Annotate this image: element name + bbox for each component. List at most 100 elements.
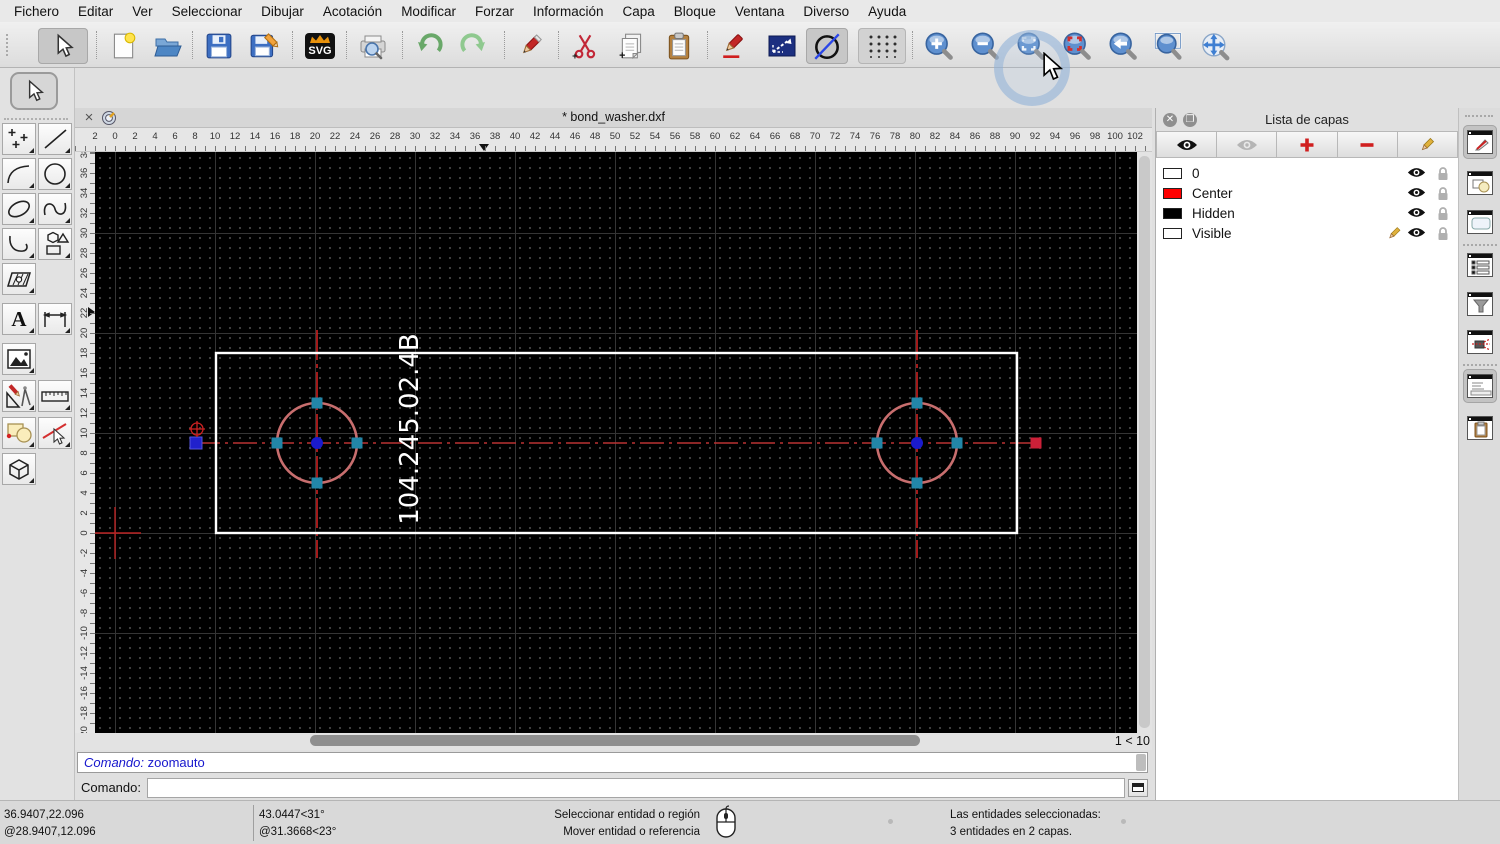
new-document-button[interactable] [102,28,144,64]
dock-layer-list-button[interactable] [1463,125,1497,159]
copy-button[interactable]: + [611,28,653,64]
save-as-button[interactable] [243,28,285,64]
horizontal-scrollbar-thumb[interactable] [310,735,920,746]
layer-lock-icon[interactable] [1436,206,1450,224]
menu-item-seleccionar[interactable]: Seleccionar [172,4,243,19]
menu-item-dibujar[interactable]: Dibujar [261,4,304,19]
delete-entity-button[interactable] [510,28,552,64]
circle-center-point[interactable] [311,437,323,449]
tool-blocks[interactable] [2,417,36,449]
layer-color-swatch[interactable] [1163,167,1182,179]
tool-measure[interactable] [38,380,72,412]
tool-3d-box[interactable] [2,453,36,485]
entity-handle[interactable] [951,437,963,449]
layer-lock-icon[interactable] [1436,226,1450,244]
remove-layer-button[interactable] [1337,131,1398,158]
dock-command-line-button[interactable] [1463,369,1497,403]
horizontal-scrollbar[interactable] [95,733,1118,749]
menu-item-diverso[interactable]: Diverso [803,4,849,19]
tool-arcs[interactable] [2,158,36,190]
tool-ellipses[interactable] [2,193,36,225]
select-tool-button[interactable] [38,28,88,64]
entity-handle[interactable] [911,397,923,409]
menu-item-información[interactable]: Información [533,4,604,19]
tool-dimensions[interactable] [38,303,72,335]
layer-color-swatch[interactable] [1163,207,1182,219]
circle-center-point[interactable] [911,437,923,449]
dock-library-browser-button[interactable] [1463,205,1497,239]
tool-text[interactable]: A [2,303,36,335]
menu-item-bloque[interactable]: Bloque [674,4,716,19]
tool-lines[interactable] [38,123,72,155]
entity-handle[interactable] [271,437,283,449]
layer-visibility-icon[interactable] [1407,186,1426,202]
menu-item-ayuda[interactable]: Ayuda [868,4,906,19]
layer-lock-icon[interactable] [1436,166,1450,184]
entity-handle[interactable] [871,437,883,449]
open-document-button[interactable] [147,28,189,64]
redo-button[interactable] [453,28,495,64]
layer-row-visible[interactable]: Visible [1156,223,1458,243]
command-history-scrollbar[interactable] [1136,754,1146,771]
command-options-button[interactable] [1128,778,1148,797]
menu-item-capa[interactable]: Capa [623,4,655,19]
menu-item-modificar[interactable]: Modificar [401,4,456,19]
part-number-annotation[interactable]: 104.245.02.4B [395,333,425,525]
dock-entity-filter-button[interactable] [1463,287,1497,321]
snap-grid-button[interactable] [858,28,906,64]
layer-visibility-icon[interactable] [1407,206,1426,222]
entity-handle[interactable] [311,397,323,409]
tool-select-entity[interactable] [38,417,72,449]
zoom-out-button[interactable] [964,28,1006,64]
tool-image[interactable] [2,343,36,375]
entity-handle[interactable] [311,477,323,489]
left-select-tool-button[interactable] [10,72,58,110]
menu-item-ventana[interactable]: Ventana [735,4,785,19]
zoom-pan-button[interactable] [1194,28,1236,64]
tool-splines[interactable] [38,193,72,225]
menu-item-forzar[interactable]: Forzar [475,4,514,19]
tool-circles[interactable] [38,158,72,190]
dock-explode-button[interactable] [1463,325,1497,359]
zoom-previous-button[interactable] [1102,28,1144,64]
save-button[interactable] [198,28,240,64]
cut-button[interactable]: + [564,28,606,64]
layer-lock-icon[interactable] [1436,186,1450,204]
draw-order-button[interactable] [761,28,803,64]
paste-button[interactable] [658,28,700,64]
undo-button[interactable] [408,28,450,64]
print-preview-button[interactable] [352,28,394,64]
command-input[interactable] [146,777,1125,798]
layer-row-center[interactable]: Center [1156,183,1458,203]
layer-visibility-icon[interactable] [1407,226,1426,242]
cad-canvas[interactable]: 104.245.02.4B [95,152,1137,733]
show-all-layers-button[interactable] [1156,131,1218,158]
hide-all-layers-button[interactable] [1217,131,1278,158]
layer-visibility-icon[interactable] [1407,166,1426,182]
layer-color-swatch[interactable] [1163,227,1182,239]
tool-polylines[interactable] [2,228,36,260]
tool-points[interactable] [2,123,36,155]
tool-hatch[interactable] [2,263,36,295]
menu-item-editar[interactable]: Editar [78,4,113,19]
zoom-window-button[interactable] [1148,28,1190,64]
edit-attributes-button[interactable] [714,28,756,64]
menu-item-fichero[interactable]: Fichero [14,4,59,19]
entity-handle[interactable] [351,437,363,449]
zoom-in-button[interactable] [918,28,960,64]
menu-item-ver[interactable]: Ver [132,4,152,19]
edit-layer-button[interactable] [1397,131,1459,158]
entity-handle[interactable] [911,477,923,489]
tool-polygons[interactable] [38,228,72,260]
centerline-endpoint-left[interactable] [189,436,203,450]
tool-modify[interactable] [2,380,36,412]
dock-entity-list-button[interactable] [1463,248,1497,282]
dock-block-list-button[interactable] [1463,166,1497,200]
dock-clipboard-button[interactable] [1463,411,1497,445]
layer-row-hidden[interactable]: Hidden [1156,203,1458,223]
layer-row-0[interactable]: 0 [1156,163,1458,183]
centerline-endpoint-right[interactable] [1030,437,1042,449]
layer-color-swatch[interactable] [1163,187,1182,199]
export-svg-button[interactable]: SVG [299,28,341,64]
menu-item-acotación[interactable]: Acotación [323,4,382,19]
